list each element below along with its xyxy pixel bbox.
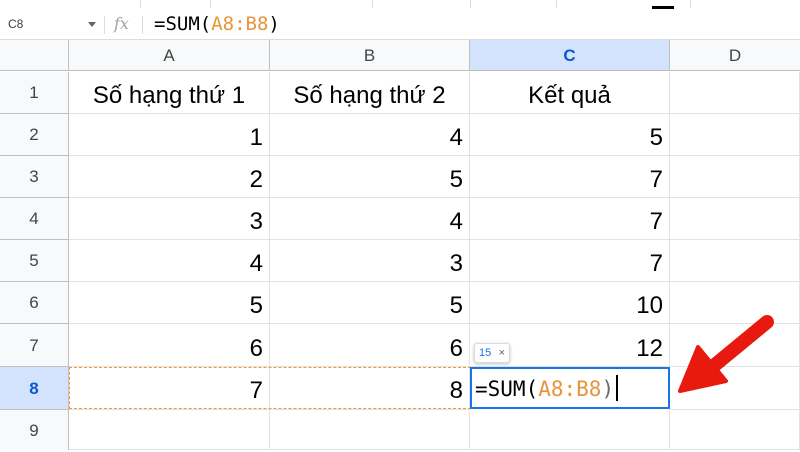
column-label: A [163, 46, 175, 65]
cell-a3[interactable]: 2 [69, 156, 270, 198]
row-label: 6 [29, 293, 39, 312]
cell-c5[interactable]: 7 [470, 240, 670, 282]
cell-a1[interactable]: Số hạng thứ 1 [69, 72, 270, 114]
row-header-4[interactable]: 4 [0, 198, 69, 240]
formula-bar: C8 fx =SUM(A8:B8) [0, 10, 800, 40]
formula-range: A8:B8 [538, 377, 602, 401]
row-label: 1 [29, 83, 39, 102]
row-header-7[interactable]: 7 [0, 324, 69, 367]
row-label: 8 [29, 379, 39, 398]
column-header-b[interactable]: B [270, 40, 470, 71]
cell-b1[interactable]: Số hạng thứ 2 [270, 72, 470, 114]
cell-a7[interactable]: 6 [69, 324, 270, 367]
column-header-a[interactable]: A [69, 40, 270, 71]
cell-b4[interactable]: 4 [270, 198, 470, 240]
text-color-icon[interactable] [652, 6, 674, 9]
formula-suffix: ) [268, 13, 280, 35]
cell-d5[interactable] [670, 240, 800, 282]
fx-icon: fx [114, 14, 129, 33]
select-all-corner[interactable] [0, 40, 69, 71]
cell-a9[interactable] [69, 410, 270, 450]
cell-c1[interactable]: Kết quả [470, 72, 670, 114]
cell-b9[interactable] [270, 410, 470, 450]
cell-c8-editor[interactable]: =SUM(A8:B8) [470, 367, 670, 409]
cell-b6[interactable]: 5 [270, 282, 470, 324]
cell-d3[interactable] [670, 156, 800, 198]
chevron-down-icon[interactable] [88, 22, 96, 27]
row-label: 5 [29, 251, 39, 270]
text-caret [616, 375, 619, 401]
cell-b5[interactable]: 3 [270, 240, 470, 282]
row-label: 9 [29, 421, 39, 440]
divider [142, 16, 143, 34]
name-box[interactable]: C8 [0, 10, 102, 39]
row-header-1[interactable]: 1 [0, 72, 69, 114]
row-label: 7 [29, 336, 39, 355]
tooltip-value: 15 [479, 347, 492, 359]
toolbar [0, 0, 800, 10]
cell-b8[interactable]: 8 [270, 367, 470, 410]
cell-c9[interactable] [470, 410, 670, 450]
close-icon[interactable]: × [499, 344, 505, 362]
cell-c3[interactable]: 7 [470, 156, 670, 198]
formula-suffix: ) [601, 377, 615, 401]
cell-a5[interactable]: 4 [69, 240, 270, 282]
cell-c2[interactable]: 5 [470, 114, 670, 156]
cell-d2[interactable] [670, 114, 800, 156]
cell-b3[interactable]: 5 [270, 156, 470, 198]
cell-a6[interactable]: 5 [69, 282, 270, 324]
cell-formula-text[interactable]: =SUM(A8:B8) [475, 375, 619, 401]
row-label: 2 [29, 125, 39, 144]
cell-b2[interactable]: 4 [270, 114, 470, 156]
column-label: B [363, 46, 376, 65]
formula-result-tooltip[interactable]: 15 × [474, 343, 510, 363]
cell-c4[interactable]: 7 [470, 198, 670, 240]
column-label: C [563, 46, 576, 65]
cell-a2[interactable]: 1 [69, 114, 270, 156]
name-box-value: C8 [8, 17, 24, 31]
cell-d4[interactable] [670, 198, 800, 240]
formula-range: A8:B8 [211, 13, 269, 35]
arrow-annotation-icon [678, 315, 774, 393]
column-header-d[interactable]: D [670, 40, 800, 71]
column-header-c[interactable]: C [470, 40, 670, 71]
divider [104, 16, 105, 34]
cell-c6[interactable]: 10 [470, 282, 670, 324]
row-label: 3 [29, 167, 39, 186]
formula-prefix: =SUM( [154, 13, 212, 35]
row-header-3[interactable]: 3 [0, 156, 69, 198]
cell-a8[interactable]: 7 [69, 367, 270, 410]
row-header-2[interactable]: 2 [0, 114, 69, 156]
formula-input[interactable]: =SUM(A8:B8) [154, 13, 280, 35]
row-header-5[interactable]: 5 [0, 240, 69, 282]
cell-d1[interactable] [670, 72, 800, 114]
row-header-9[interactable]: 9 [0, 410, 69, 450]
column-label: D [728, 46, 742, 65]
row-header-8[interactable]: 8 [0, 367, 69, 410]
cell-d9[interactable] [670, 410, 800, 450]
formula-prefix: =SUM( [475, 377, 539, 401]
cell-b7[interactable]: 6 [270, 324, 470, 367]
row-label: 4 [29, 209, 39, 228]
row-header-6[interactable]: 6 [0, 282, 69, 324]
cell-a4[interactable]: 3 [69, 198, 270, 240]
